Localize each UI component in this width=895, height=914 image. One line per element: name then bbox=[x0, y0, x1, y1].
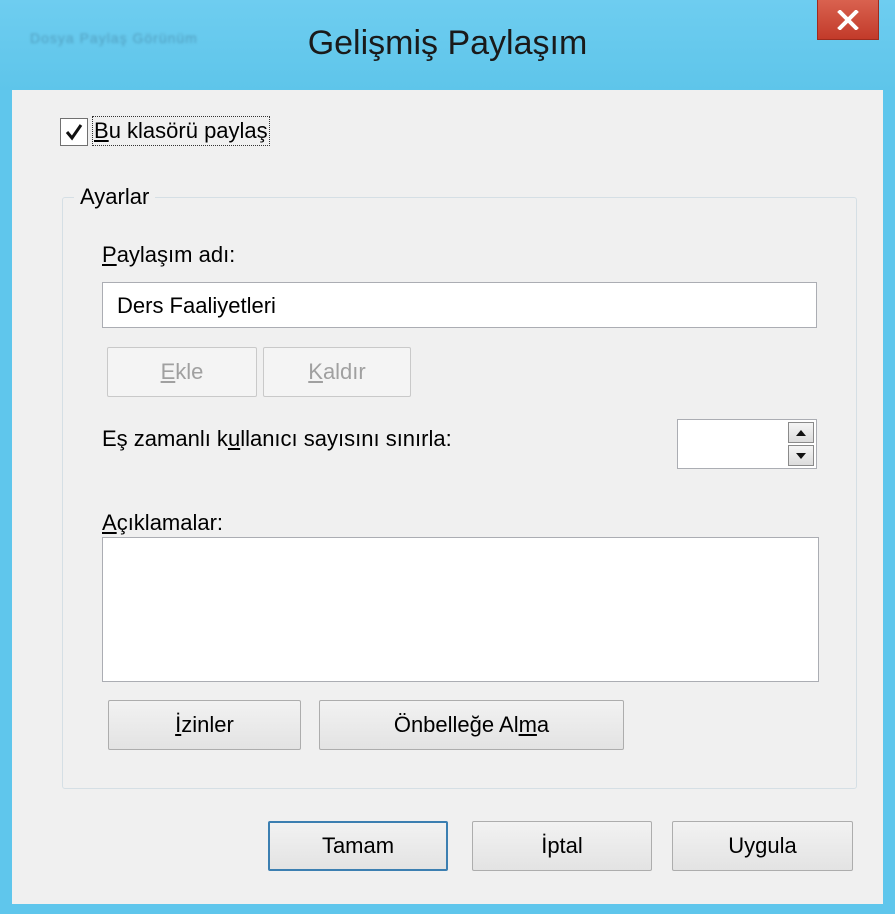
dialog-window: Dosya Paylaş Görünüm Gelişmiş Paylaşım B… bbox=[0, 0, 895, 914]
close-icon bbox=[837, 9, 859, 30]
user-limit-spinner[interactable] bbox=[677, 419, 817, 469]
spin-down-icon bbox=[796, 452, 806, 459]
spin-up-button[interactable] bbox=[788, 422, 814, 443]
ok-button[interactable]: Tamam bbox=[268, 821, 448, 871]
comments-textarea[interactable] bbox=[102, 537, 819, 682]
share-name-value: Ders Faaliyetleri bbox=[117, 293, 276, 318]
window-title: Gelişmiş Paylaşım bbox=[307, 24, 588, 62]
comments-label: Açıklamalar: bbox=[102, 510, 223, 536]
remove-share-button[interactable]: Kaldır bbox=[263, 347, 411, 397]
spinner-arrows bbox=[788, 422, 814, 466]
comments-label-text: çıklamalar: bbox=[116, 510, 224, 535]
user-limit-label-a: Eş zamanlı k bbox=[102, 426, 228, 451]
close-button[interactable] bbox=[817, 0, 879, 40]
share-folder-label-accesskey: B bbox=[94, 118, 109, 143]
apply-button[interactable]: Uygula bbox=[672, 821, 853, 871]
share-folder-checkbox[interactable] bbox=[60, 118, 88, 146]
add-share-button[interactable]: Ekle bbox=[107, 347, 257, 397]
user-limit-label-b: llanıcı sayısını sınırla: bbox=[240, 426, 452, 451]
caching-accesskey: m bbox=[518, 712, 537, 737]
permissions-label: zinler bbox=[181, 712, 234, 737]
share-name-label: Paylaşım adı: bbox=[102, 242, 235, 268]
add-share-label: kle bbox=[175, 359, 204, 384]
caching-label-a: Önbelleğe Al bbox=[393, 712, 519, 737]
title-bar[interactable]: Dosya Paylaş Görünüm Gelişmiş Paylaşım bbox=[0, 0, 895, 90]
user-limit-label: Eş zamanlı kullanıcı sayısını sınırla: bbox=[102, 426, 452, 452]
settings-legend: Ayarlar bbox=[74, 184, 156, 210]
remove-share-accesskey: K bbox=[308, 359, 323, 384]
checkmark-icon bbox=[65, 124, 83, 141]
permissions-button[interactable]: İzinler bbox=[108, 700, 301, 750]
share-name-label-text: aylaşım adı: bbox=[116, 242, 236, 267]
user-limit-accesskey: u bbox=[227, 426, 241, 451]
caching-label-b: a bbox=[536, 712, 550, 737]
spin-up-icon bbox=[796, 429, 806, 436]
remove-share-label: aldır bbox=[322, 359, 366, 384]
dialog-client-area: Bu klasörü paylaş Ayarlar Paylaşım adı: … bbox=[12, 90, 883, 904]
share-folder-label[interactable]: Bu klasörü paylaş bbox=[92, 116, 270, 146]
share-folder-label-text: u klasörü paylaş bbox=[108, 118, 268, 143]
caching-button[interactable]: Önbelleğe Al m a bbox=[319, 700, 624, 750]
add-share-accesskey: E bbox=[160, 359, 176, 384]
cancel-button[interactable]: İptal bbox=[472, 821, 652, 871]
share-name-accesskey: P bbox=[102, 242, 117, 267]
comments-accesskey: A bbox=[102, 510, 117, 535]
spin-down-button[interactable] bbox=[788, 445, 814, 466]
share-name-input[interactable]: Ders Faaliyetleri bbox=[102, 282, 817, 328]
